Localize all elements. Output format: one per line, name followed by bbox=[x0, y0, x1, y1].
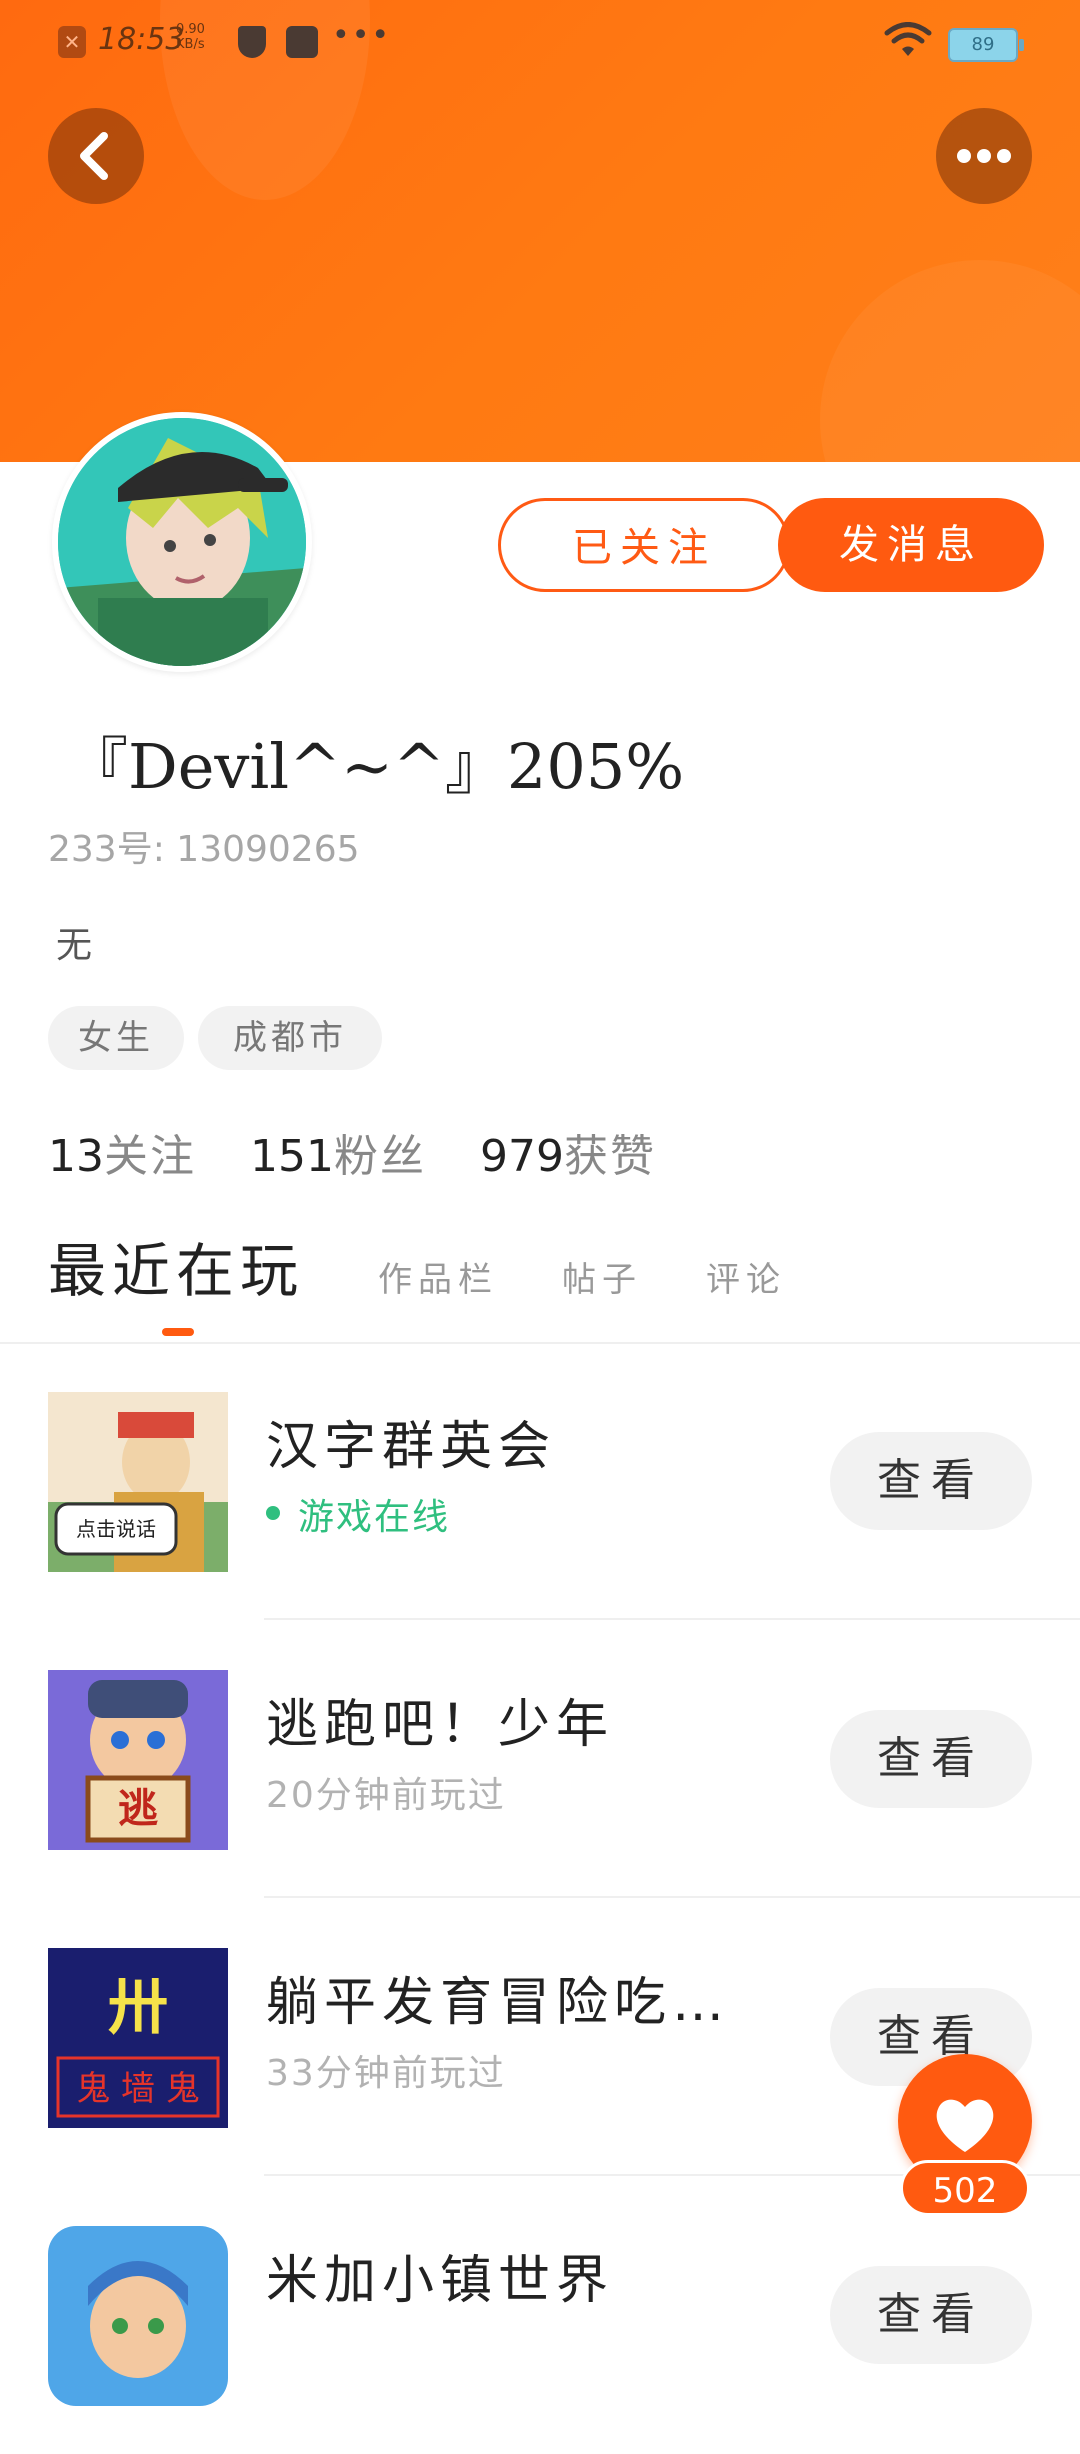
more-options-button[interactable] bbox=[936, 108, 1032, 204]
send-message-button[interactable]: 发消息 bbox=[778, 498, 1044, 592]
tab-recently-played[interactable]: 最近在玩 bbox=[48, 1224, 304, 1308]
user-id: 233号: 13090265 bbox=[48, 829, 360, 870]
chevron-left-icon bbox=[80, 132, 108, 180]
followed-button[interactable]: 已关注 bbox=[498, 498, 790, 592]
tab-works[interactable]: 作品栏 bbox=[378, 1252, 498, 1301]
avatar[interactable] bbox=[52, 412, 312, 672]
view-button[interactable]: 查看 bbox=[830, 2266, 1032, 2364]
bio: 无 bbox=[56, 925, 93, 966]
shield-icon bbox=[238, 26, 266, 58]
tab-posts[interactable]: 帖子 bbox=[562, 1252, 642, 1301]
game-status: 20分钟前玩过 bbox=[266, 1775, 506, 1816]
gender-tag: 女生 bbox=[48, 1006, 184, 1070]
notification-close-icon: ✕ bbox=[58, 26, 86, 58]
list-item[interactable]: 点击说话 汉字群英会 游戏在线 查看 bbox=[0, 1342, 1080, 1620]
game-status: 33分钟前玩过 bbox=[266, 2053, 506, 2094]
thumbnail-caption: 逃 bbox=[118, 1786, 158, 1832]
game-thumbnail[interactable]: 逃 bbox=[48, 1670, 228, 1850]
network-speed-unit: KB/s bbox=[176, 37, 205, 52]
thumbnail-caption: 点击说话 bbox=[76, 1517, 156, 1541]
username: 『Devil^~^』205% bbox=[66, 730, 685, 803]
thumbnail-caption: 鬼 墙 鬼 bbox=[76, 2069, 200, 2109]
game-name: 汉字群英会 bbox=[266, 1417, 557, 1477]
svg-text:卅: 卅 bbox=[108, 1973, 168, 2043]
avatar-image bbox=[58, 418, 306, 666]
tab-comments[interactable]: 评论 bbox=[706, 1252, 786, 1301]
online-status-dot bbox=[266, 1506, 280, 1520]
more-notifications-icon: ••• bbox=[332, 18, 392, 53]
likes-label: 获赞 bbox=[563, 1131, 656, 1182]
active-tab-indicator bbox=[162, 1328, 194, 1336]
ellipsis-icon bbox=[957, 149, 1011, 163]
city-tag: 成都市 bbox=[198, 1006, 382, 1070]
back-button[interactable] bbox=[48, 108, 144, 204]
game-name: 逃跑吧！少年 bbox=[266, 1695, 615, 1755]
view-button[interactable]: 查看 bbox=[830, 1710, 1032, 1808]
game-thumbnail[interactable]: 点击说话 bbox=[48, 1392, 228, 1572]
header-decoration bbox=[820, 260, 1080, 462]
list-item[interactable]: 逃 逃跑吧！少年 20分钟前玩过 查看 bbox=[0, 1620, 1080, 1898]
game-name: 躺平发育冒险吃… bbox=[266, 1973, 731, 2033]
followers-label[interactable]: 粉丝 bbox=[334, 1131, 426, 1182]
followers-count[interactable]: 151 bbox=[250, 1131, 334, 1182]
network-speed: 0.90 KB/s bbox=[176, 22, 205, 52]
following-count[interactable]: 13 bbox=[48, 1131, 104, 1182]
game-thumbnail[interactable] bbox=[48, 2226, 228, 2406]
sim-card-icon bbox=[286, 26, 318, 58]
battery-indicator: 89 bbox=[948, 28, 1024, 62]
game-status: 游戏在线 bbox=[298, 1497, 451, 1538]
profile-tabs: 最近在玩 作品栏 帖子 评论 bbox=[0, 1230, 1080, 1344]
likes-count: 979 bbox=[479, 1131, 564, 1182]
like-count-badge: 502 bbox=[900, 2160, 1030, 2216]
profile-stats: 13关注 151粉丝 979获赞 bbox=[48, 1120, 710, 1184]
network-speed-value: 0.90 bbox=[176, 22, 205, 37]
game-thumbnail[interactable]: 卅 鬼 墙 鬼 bbox=[48, 1948, 228, 2128]
status-bar: ✕ 18:53 0.90 KB/s ••• 89 bbox=[0, 0, 1080, 84]
view-button[interactable]: 查看 bbox=[830, 1432, 1032, 1530]
list-item[interactable]: 米加小镇世界 查看 bbox=[0, 2176, 1080, 2454]
status-time: 18:53 bbox=[98, 22, 185, 57]
following-label[interactable]: 关注 bbox=[104, 1131, 196, 1182]
game-name: 米加小镇世界 bbox=[266, 2251, 615, 2311]
wifi-icon bbox=[884, 22, 932, 56]
